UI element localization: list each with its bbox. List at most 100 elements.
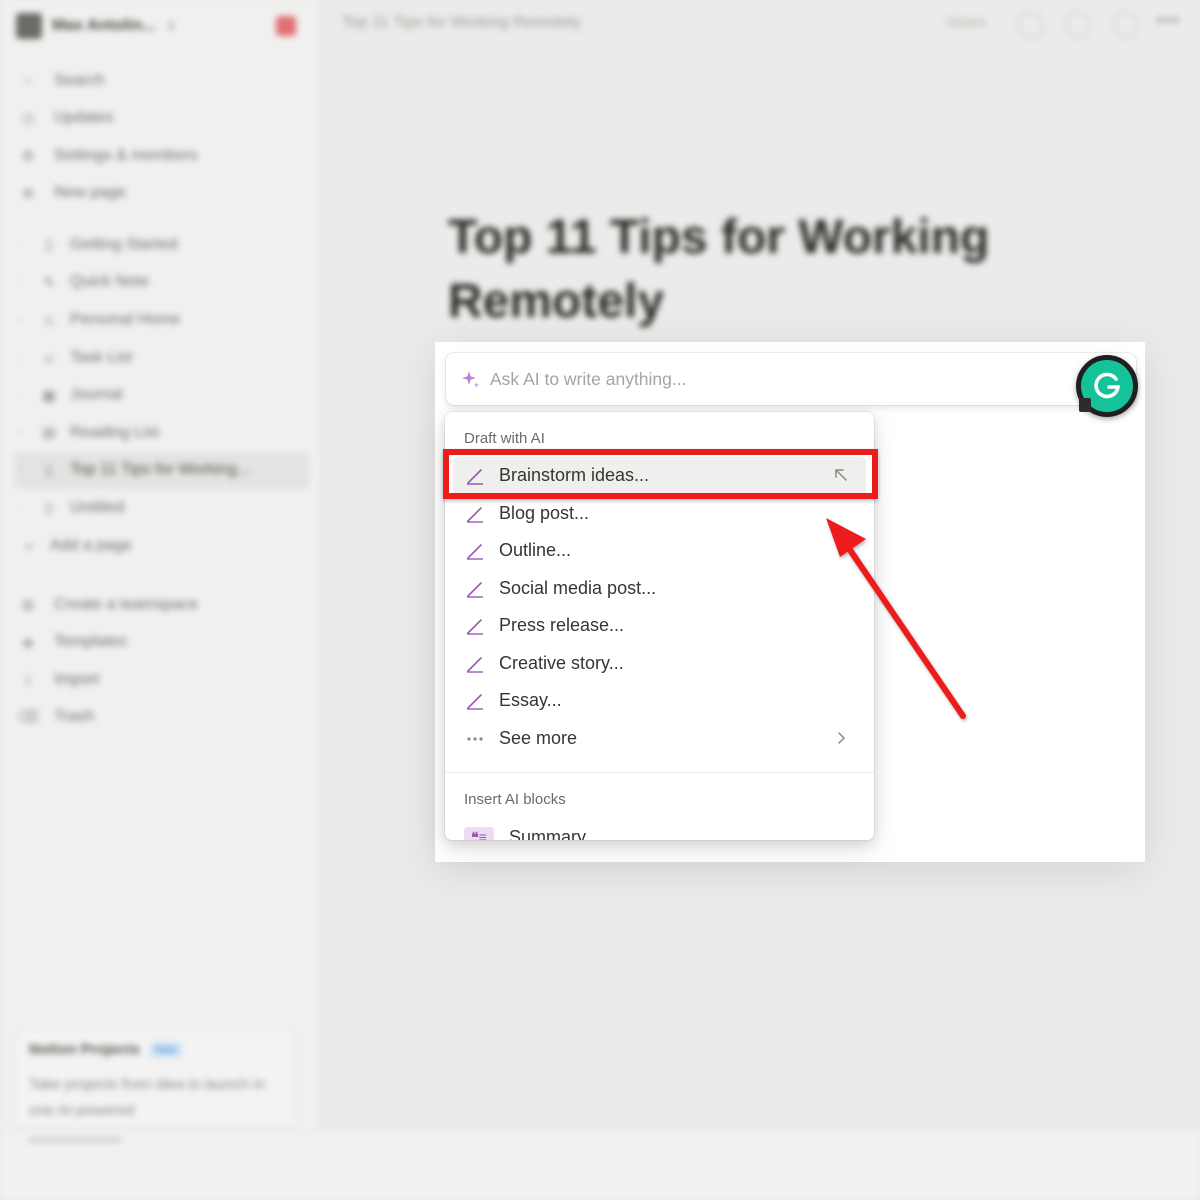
topbar: Top 11 Tips for Working Remotely Share •… (320, 0, 1200, 50)
menu-item-label: Brainstorm ideas... (499, 465, 650, 485)
menu-item-press-release[interactable]: Press release... (453, 607, 866, 644)
caret-right-icon[interactable]: › (18, 427, 32, 438)
ai-suggestions-menu: Draft with AI Brainstorm ideas... Blog p… (445, 412, 874, 840)
menu-item-summary[interactable]: ❝≡ Summary (453, 819, 866, 840)
sidebar-item-import[interactable]: ⤓ Import (18, 661, 308, 699)
menu-item-social-media-post[interactable]: Social media post... (453, 570, 866, 607)
workspace-name: Max Antolin... (52, 17, 156, 34)
trash-icon: ⌫ (17, 709, 39, 727)
pencil-icon (464, 540, 486, 562)
pencil-icon (464, 465, 486, 487)
sidebar-item-label: New page (54, 184, 127, 202)
sidebar-page-personal-home[interactable]: › ☺ Personal Home (14, 301, 310, 339)
menu-item-label: Creative story... (499, 653, 624, 673)
plus-circle-icon: ⊕ (21, 185, 35, 203)
section-header-blocks: Insert AI blocks (464, 791, 566, 808)
sidebar-page-label: Personal Home (70, 310, 181, 328)
star-icon[interactable] (1113, 12, 1139, 38)
sidebar-pages: › ▯ Getting Started › ✎ Quick Note › ☺ P… (14, 226, 310, 564)
sidebar-add-page[interactable]: + Add a page (14, 527, 310, 565)
menu-item-creative-story[interactable]: Creative story... (453, 645, 866, 682)
person-icon: ☺ (41, 311, 57, 328)
menu-item-label: Summary (509, 827, 587, 840)
sidebar: Max Antolin... ⇕ ⌕ Search ◷ Updates ⚙ Se… (0, 0, 320, 1130)
teamspace-icon: ⊞ (21, 596, 35, 614)
caret-right-icon[interactable]: › (18, 465, 32, 476)
comment-icon[interactable] (1018, 12, 1044, 38)
ellipsis-icon (464, 728, 486, 750)
sidebar-page-label: Journal (70, 386, 123, 404)
pencil-icon (464, 690, 486, 712)
menu-item-outline[interactable]: Outline... (453, 532, 866, 569)
sidebar-page-task-list[interactable]: › ☺ Task List (14, 339, 310, 377)
caret-right-icon[interactable]: › (18, 352, 32, 363)
sidebar-page-label: Quick Note (70, 273, 150, 291)
sidebar-item-label: Create a teamspace (54, 595, 199, 613)
drag-handle-icon[interactable] (1079, 398, 1091, 412)
person-icon: ☺ (41, 349, 57, 366)
workspace-switcher[interactable]: Max Antolin... ⇕ (16, 12, 306, 40)
promo-title: Notion Projects (29, 1041, 140, 1058)
caret-right-icon[interactable]: › (18, 277, 32, 288)
sidebar-bottom: ⊞ Create a teamspace ◈ Templates ⤓ Impor… (17, 586, 308, 737)
projects-promo-card[interactable]: Notion Projects New Take projects from i… (14, 1028, 296, 1128)
search-icon: ⌕ (23, 72, 33, 90)
ask-ai-input[interactable] (490, 368, 1050, 390)
sidebar-item-settings[interactable]: ⚙ Settings & members (18, 137, 308, 175)
sidebar-nav: ⌕ Search ◷ Updates ⚙ Settings & members … (18, 62, 308, 212)
promo-title-row: Notion Projects New (29, 1041, 281, 1058)
sidebar-page-label: Add a page (50, 536, 132, 554)
sidebar-page-label: Getting Started (70, 235, 178, 253)
sidebar-page-journal[interactable]: › ▦ Journal (14, 376, 310, 414)
sidebar-page-quick-note[interactable]: › ✎ Quick Note (14, 264, 310, 302)
clock-icon[interactable] (1065, 12, 1091, 38)
gear-icon: ⚙ (21, 147, 35, 165)
menu-item-blog-post[interactable]: Blog post... (453, 495, 866, 532)
caret-right-icon[interactable]: › (18, 239, 32, 250)
sidebar-item-new-page[interactable]: ⊕ New page (18, 175, 308, 213)
menu-item-label: Social media post... (499, 578, 657, 598)
more-icon[interactable]: ••• (1156, 10, 1180, 33)
sidebar-page-label: Reading List (70, 423, 159, 441)
sidebar-page-current[interactable]: › ▯ Top 11 Tips for Working... (14, 451, 310, 490)
page-icon: ▯ (45, 499, 53, 516)
sidebar-page-label: Top 11 Tips for Working... (70, 461, 250, 479)
caret-right-icon[interactable]: › (18, 314, 32, 325)
sidebar-item-trash[interactable]: ⌫ Trash (17, 699, 308, 737)
new-page-icon[interactable] (276, 16, 296, 36)
sidebar-item-templates[interactable]: ◈ Templates (18, 624, 308, 662)
share-button[interactable]: Share (946, 14, 986, 31)
promo-description: Take projects from idea to launch in one… (29, 1076, 265, 1119)
sidebar-item-teamspace[interactable]: ⊞ Create a teamspace (18, 586, 308, 624)
templates-icon: ◈ (22, 634, 34, 652)
sidebar-item-label: Import (54, 670, 100, 688)
menu-item-label: Outline... (499, 540, 572, 560)
caret-right-icon[interactable]: › (18, 390, 32, 401)
menu-item-essay[interactable]: Essay... (453, 682, 866, 719)
sidebar-item-search[interactable]: ⌕ Search (18, 62, 308, 100)
sidebar-item-updates[interactable]: ◷ Updates (18, 100, 308, 138)
breadcrumb[interactable]: Top 11 Tips for Working Remotely (342, 14, 581, 32)
new-badge: New (149, 1041, 182, 1058)
pencil-icon (464, 653, 486, 675)
sidebar-page-reading-list[interactable]: › ▤ Reading List (14, 414, 310, 452)
sidebar-item-label: Trash (54, 708, 95, 726)
sidebar-page-untitled[interactable]: › ▯ Untitled (14, 489, 310, 527)
menu-item-see-more[interactable]: See more (453, 720, 866, 757)
menu-divider (445, 772, 874, 773)
clock-icon: ◷ (21, 110, 35, 128)
pencil-icon (464, 615, 486, 637)
grid-icon: ▦ (42, 386, 56, 403)
bottom-divider (28, 1138, 122, 1142)
caret-right-icon[interactable]: › (18, 502, 32, 513)
bottom-strip (0, 1130, 1200, 1200)
menu-item-label: Press release... (499, 615, 625, 635)
page-icon: ▯ (45, 461, 53, 478)
sidebar-item-label: Updates (54, 109, 114, 127)
sidebar-page-label: Untitled (70, 498, 125, 516)
pin-icon: ✎ (43, 273, 55, 290)
menu-item-brainstorm[interactable]: Brainstorm ideas... (453, 457, 866, 494)
ask-ai-bar[interactable] (446, 353, 1136, 405)
sidebar-page-getting-started[interactable]: › ▯ Getting Started (14, 226, 310, 264)
pencil-icon (464, 503, 486, 525)
